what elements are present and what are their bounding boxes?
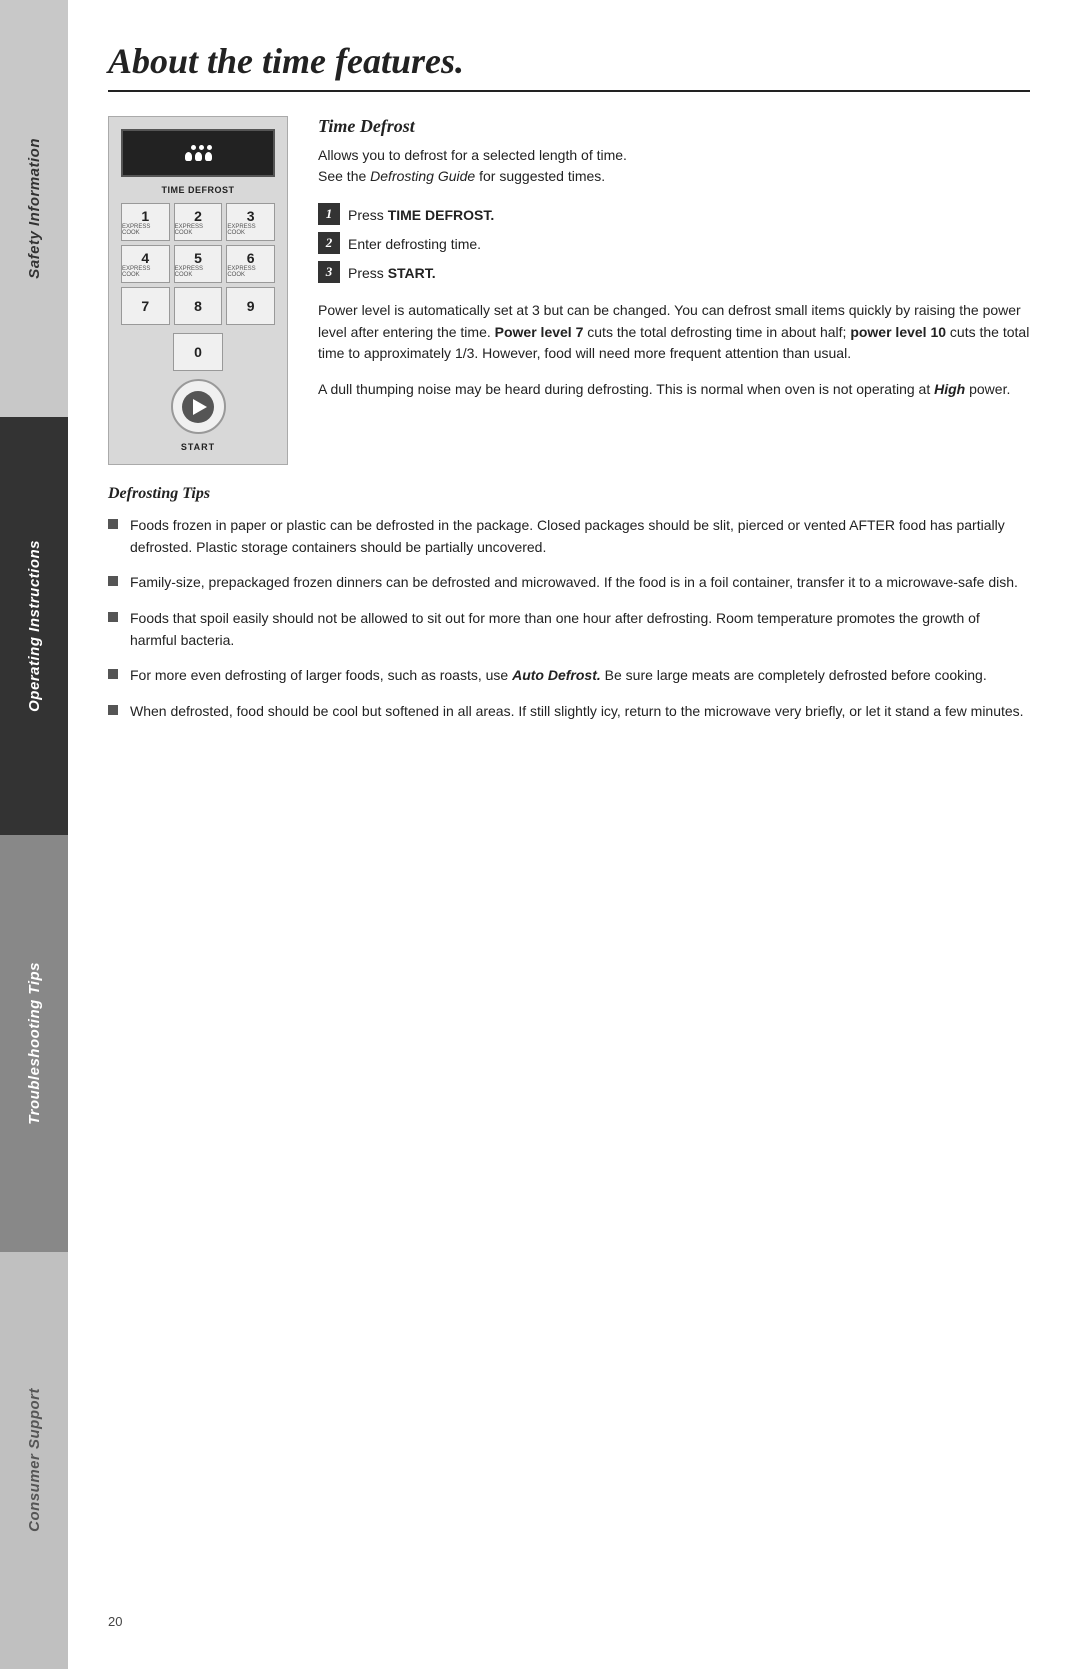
flame-3 (205, 152, 212, 161)
sidebar: Safety Information Operating Instruction… (0, 0, 68, 1669)
start-label: START (181, 442, 215, 452)
step-2-text: Enter defrosting time. (348, 232, 481, 255)
tip-bullet-1 (108, 519, 118, 529)
start-play-icon (193, 399, 207, 415)
page-title: About the time features. (108, 40, 1030, 82)
flame-1 (185, 152, 192, 161)
key-1[interactable]: 1 EXPRESS COOK (121, 203, 170, 241)
tip-text-2: Family-size, prepackaged frozen dinners … (130, 572, 1018, 594)
defrosting-tips-title: Defrosting Tips (108, 485, 1030, 503)
page-number: 20 (108, 1598, 1030, 1629)
tip-item-5: When defrosted, food should be cool but … (108, 701, 1030, 723)
tip-item-2: Family-size, prepackaged frozen dinners … (108, 572, 1030, 594)
tip-item-4: For more even defrosting of larger foods… (108, 665, 1030, 687)
sidebar-section-operating[interactable]: Operating Instructions (0, 417, 68, 834)
body-para-2: A dull thumping noise may be heard durin… (318, 379, 1030, 401)
keypad-grid: 1 EXPRESS COOK 2 EXPRESS COOK 3 EXPRESS … (121, 203, 275, 325)
key-0[interactable]: 0 (173, 333, 224, 371)
step-2-row: 2 Enter defrosting time. (318, 232, 1030, 255)
sidebar-label-troubleshooting: Troubleshooting Tips (26, 962, 43, 1125)
step-2-num: 2 (318, 232, 340, 254)
time-defrost-title: Time Defrost (318, 116, 1030, 137)
key-9[interactable]: 9 (226, 287, 275, 325)
step-1-num: 1 (318, 203, 340, 225)
sidebar-label-consumer: Consumer Support (26, 1388, 43, 1532)
start-button[interactable] (171, 379, 226, 434)
key-7[interactable]: 7 (121, 287, 170, 325)
dot-3 (207, 145, 212, 150)
title-underline (108, 90, 1030, 92)
zero-row: 0 (121, 333, 275, 371)
top-section: TIME DEFROST 1 EXPRESS COOK 2 EXPRESS CO… (108, 116, 1030, 465)
sidebar-label-operating: Operating Instructions (26, 540, 43, 712)
tip-text-5: When defrosted, food should be cool but … (130, 701, 1024, 723)
sidebar-section-safety[interactable]: Safety Information (0, 0, 68, 417)
steps-container: 1 Press TIME DEFROST. 2 Enter defrosting… (318, 203, 1030, 284)
flame-2 (195, 152, 202, 161)
step-3-num: 3 (318, 261, 340, 283)
key-3[interactable]: 3 EXPRESS COOK (226, 203, 275, 241)
intro-text: Allows you to defrost for a selected len… (318, 145, 1030, 187)
step-1-text: Press TIME DEFROST. (348, 203, 494, 226)
intro-line1: Allows you to defrost for a selected len… (318, 147, 627, 163)
tip-bullet-2 (108, 576, 118, 586)
tip-bullet-5 (108, 705, 118, 715)
step-1-row: 1 Press TIME DEFROST. (318, 203, 1030, 226)
tip-text-1: Foods frozen in paper or plastic can be … (130, 515, 1030, 558)
display-dots (185, 145, 212, 161)
keypad: TIME DEFROST 1 EXPRESS COOK 2 EXPRESS CO… (108, 116, 288, 465)
key-8[interactable]: 8 (174, 287, 223, 325)
step-3-text: Press START. (348, 261, 436, 284)
key-6[interactable]: 6 EXPRESS COOK (226, 245, 275, 283)
key-5[interactable]: 5 EXPRESS COOK (174, 245, 223, 283)
step-3-row: 3 Press START. (318, 261, 1030, 284)
main-content: About the time features. (68, 0, 1080, 1669)
sidebar-label-safety: Safety Information (26, 138, 43, 279)
key-4[interactable]: 4 EXPRESS COOK (121, 245, 170, 283)
keypad-label: TIME DEFROST (162, 185, 235, 195)
tip-item-3: Foods that spoil easily should not be al… (108, 608, 1030, 651)
dot-2 (199, 145, 204, 150)
tip-text-4: For more even defrosting of larger foods… (130, 665, 987, 687)
tip-bullet-4 (108, 669, 118, 679)
tip-item-1: Foods frozen in paper or plastic can be … (108, 515, 1030, 558)
dot-1 (191, 145, 196, 150)
info-content: Time Defrost Allows you to defrost for a… (318, 116, 1030, 465)
keypad-display (121, 129, 275, 177)
sidebar-section-troubleshooting[interactable]: Troubleshooting Tips (0, 835, 68, 1252)
key-2[interactable]: 2 EXPRESS COOK (174, 203, 223, 241)
start-inner (182, 391, 214, 423)
tip-bullet-3 (108, 612, 118, 622)
tip-text-3: Foods that spoil easily should not be al… (130, 608, 1030, 651)
sidebar-section-consumer[interactable]: Consumer Support (0, 1252, 68, 1669)
defrosting-tips-section: Defrosting Tips Foods frozen in paper or… (108, 485, 1030, 737)
body-para-1: Power level is automatically set at 3 bu… (318, 300, 1030, 365)
